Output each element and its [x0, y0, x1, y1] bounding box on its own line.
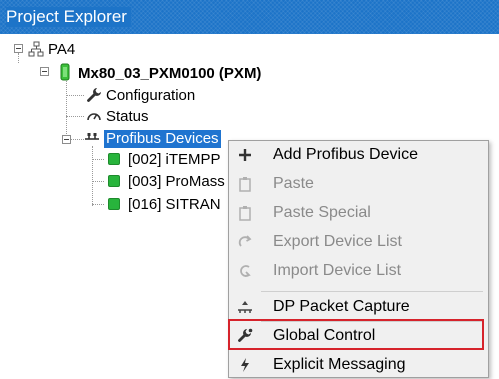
paste-icon [239, 177, 251, 192]
tree-connector [92, 146, 93, 206]
menu-item-label: Export Device List [273, 233, 402, 250]
lightning-icon [241, 358, 249, 372]
tree-node-status[interactable]: Status [106, 108, 149, 126]
wrench-icon [87, 88, 101, 102]
network-icon [28, 41, 44, 57]
tree-connector [18, 53, 19, 63]
tree-connector [92, 181, 104, 182]
menu-item-label: Import Device List [273, 262, 402, 279]
tree-node-device-3[interactable]: [016] SITRAN [128, 196, 221, 214]
module-icon [60, 63, 70, 81]
tree-node-module[interactable]: Mx80_03_PXM0100 (PXM) [78, 65, 261, 83]
tree-node-profibus-devices[interactable]: Profibus Devices [104, 130, 221, 148]
device-status-icon [108, 175, 120, 187]
paste-special-icon [239, 206, 251, 221]
plus-icon [239, 149, 251, 161]
gauge-icon [87, 113, 101, 121]
tree-connector [66, 95, 84, 96]
project-explorer-titlebar: Project Explorer [0, 0, 499, 34]
menu-item-explicit-messaging[interactable]: Explicit Messaging [229, 351, 488, 379]
menu-item-label: Paste [273, 175, 314, 192]
tree-node-device-2[interactable]: [003] ProMass [128, 173, 225, 191]
menu-separator [261, 291, 483, 292]
menu-item-label: Explicit Messaging [273, 356, 406, 373]
tree-node-configuration[interactable]: Configuration [106, 87, 195, 105]
import-icon [240, 265, 251, 277]
menu-item-import-device-list[interactable]: Import Device List [229, 257, 488, 285]
device-status-icon [108, 153, 120, 165]
root-collapse-toggle[interactable] [14, 44, 23, 53]
tree-connector [66, 116, 84, 117]
tree-connector [92, 204, 104, 205]
bus-icon [85, 133, 99, 140]
menu-item-export-device-list[interactable]: Export Device List [229, 228, 488, 256]
module-collapse-toggle[interactable] [40, 67, 49, 76]
tree-connector [92, 159, 104, 160]
menu-item-label: Paste Special [273, 204, 371, 221]
menu-item-label: Add Profibus Device [273, 146, 418, 163]
tree-node-device-1[interactable]: [002] iTEMPP [128, 151, 221, 169]
menu-item-paste-special[interactable]: Paste Special [229, 199, 488, 227]
window-title: Project Explorer [6, 7, 131, 27]
packet-capture-icon [238, 301, 252, 313]
tree-connector [71, 139, 84, 140]
device-status-icon [108, 198, 120, 210]
menu-item-label: DP Packet Capture [273, 298, 410, 315]
export-icon [238, 235, 252, 247]
global-control-highlight [228, 319, 484, 350]
tree-node-root[interactable]: PA4 [48, 41, 75, 59]
menu-item-dp-packet-capture[interactable]: DP Packet Capture [229, 293, 488, 321]
menu-item-paste[interactable]: Paste [229, 170, 488, 198]
menu-item-add-profibus-device[interactable]: Add Profibus Device [229, 141, 488, 169]
profibus-collapse-toggle[interactable] [62, 135, 71, 144]
